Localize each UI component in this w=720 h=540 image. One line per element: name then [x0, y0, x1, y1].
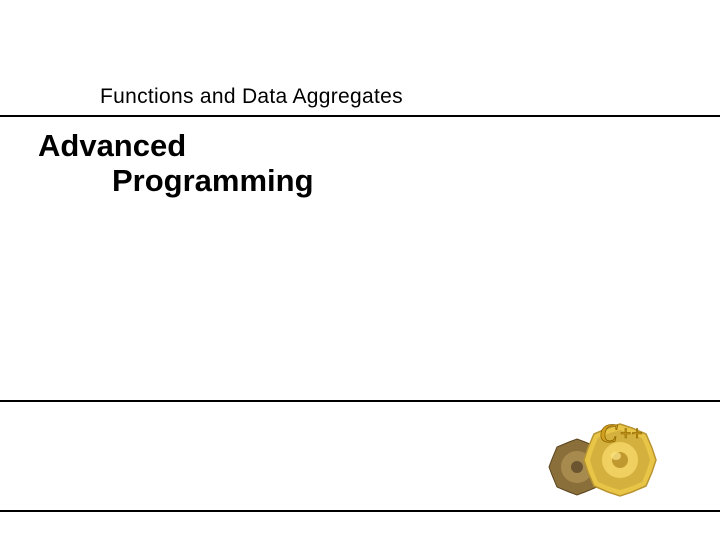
divider-top	[0, 115, 720, 117]
chapter-subtitle: Functions and Data Aggregates	[100, 85, 403, 109]
divider-bottom	[0, 510, 720, 512]
course-title-line2: Programming	[112, 163, 314, 199]
cpp-gear-icon: C ++	[542, 412, 682, 507]
logo-plus-plus: ++	[620, 423, 643, 445]
course-title-line1: Advanced	[38, 128, 186, 164]
divider-middle	[0, 400, 720, 402]
cpp-logo: C ++	[542, 412, 682, 507]
logo-letter-c: C	[600, 419, 618, 448]
